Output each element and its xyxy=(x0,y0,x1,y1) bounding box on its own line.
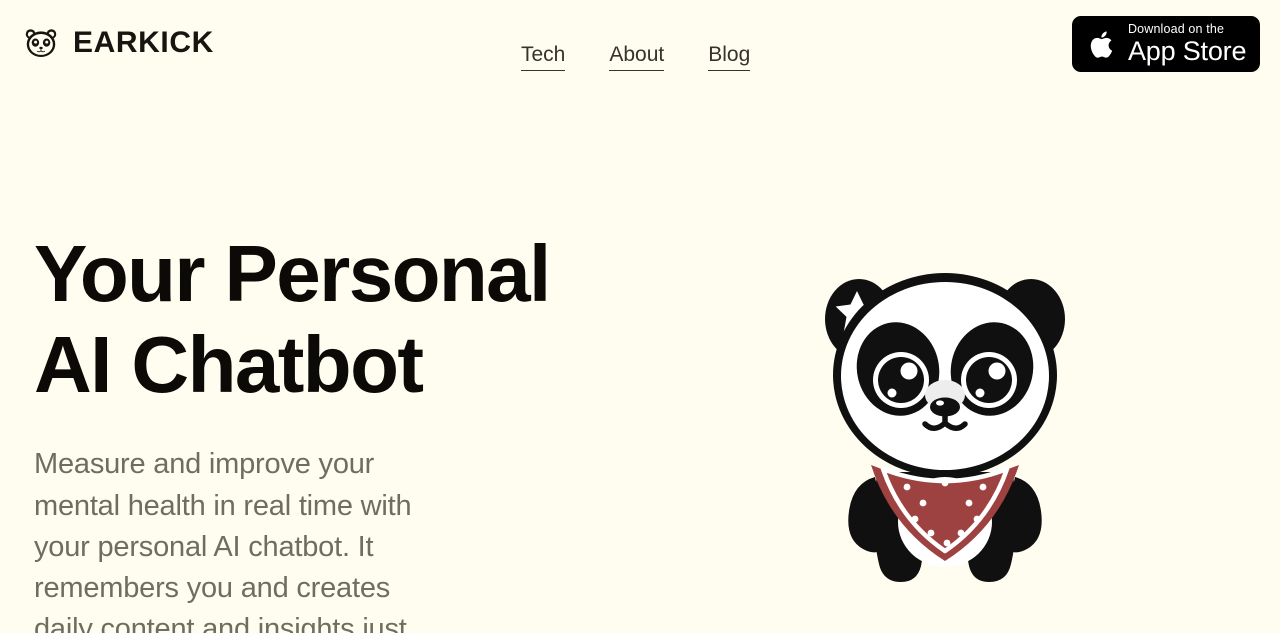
nav-link-tech[interactable]: Tech xyxy=(521,42,566,72)
panda-mascot-illustration xyxy=(805,247,1085,607)
brand-name-text: EARKICK xyxy=(73,26,214,59)
panda-face-icon xyxy=(22,24,60,62)
download-on-app-store-button[interactable]: Download on the App Store xyxy=(1072,16,1260,72)
page-title: Your Personal AI Chatbot xyxy=(34,229,551,410)
brand-logo-link[interactable]: EARKICK xyxy=(22,24,214,62)
hero-copy-block: Your Personal AI Chatbot Measure and imp… xyxy=(34,228,634,633)
site-header: EARKICK Tech About Blog Download on the … xyxy=(0,0,1280,92)
nav-link-about[interactable]: About xyxy=(609,42,665,72)
app-store-label-group: Download on the App Store xyxy=(1128,22,1246,67)
hero-section: Your Personal AI Chatbot Measure and imp… xyxy=(0,92,1280,633)
main-navigation: Tech About Blog xyxy=(521,42,751,72)
nav-link-blog[interactable]: Blog xyxy=(708,42,751,72)
app-store-large-label: App Store xyxy=(1128,35,1247,66)
apple-logo-icon xyxy=(1088,27,1117,62)
app-store-small-label: Download on the xyxy=(1128,21,1225,36)
hero-subtitle: Measure and improve your mental health i… xyxy=(34,448,412,633)
page-root: EARKICK Tech About Blog Download on the … xyxy=(0,0,1280,633)
